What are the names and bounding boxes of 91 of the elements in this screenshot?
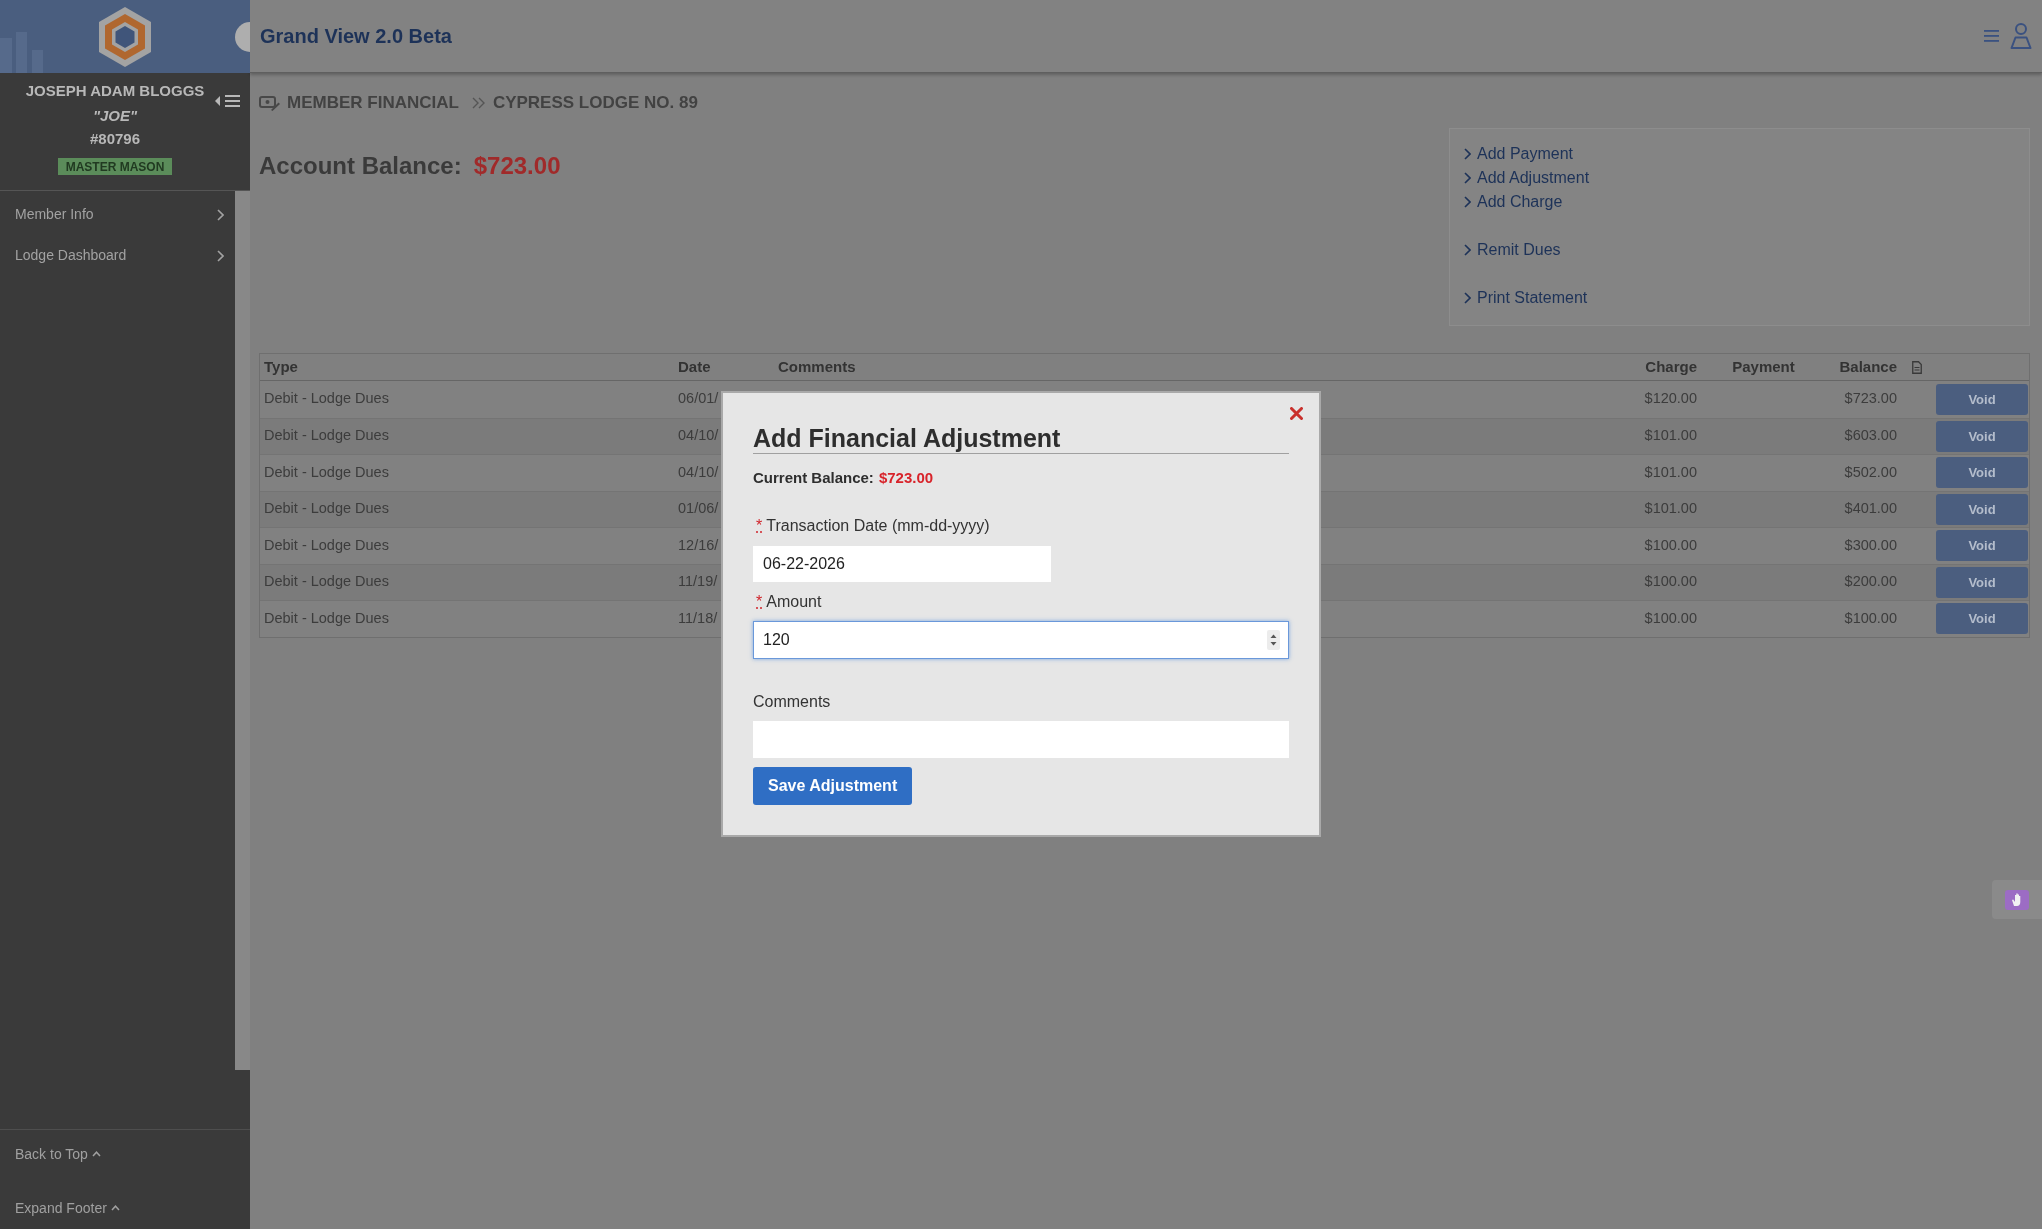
void-button[interactable]: Void bbox=[1936, 420, 2028, 452]
field-label: Amount bbox=[766, 592, 822, 612]
column-header: Comments bbox=[778, 356, 856, 377]
collapse-menu-icon[interactable] bbox=[215, 94, 241, 108]
void-button[interactable]: Void bbox=[1936, 603, 2028, 635]
chevron-up-icon bbox=[110, 1205, 120, 1211]
table-cell-text: 06/01/ bbox=[678, 389, 719, 409]
table-cell-text: $100.00 bbox=[1844, 608, 1897, 628]
table-cell-text: $101.00 bbox=[1644, 426, 1697, 446]
table-cell-text: 11/19/ bbox=[678, 572, 718, 592]
chevron-right-icon bbox=[1464, 172, 1471, 184]
chevron-up-icon bbox=[91, 1151, 101, 1157]
table-cell-text: $200.00 bbox=[1844, 572, 1897, 592]
breadcrumb-item: MEMBER FINANCIAL bbox=[287, 92, 459, 115]
user-icon[interactable] bbox=[2010, 23, 2032, 49]
table-cell-text: Debit - Lodge Dues bbox=[264, 389, 389, 409]
footer-link[interactable]: Expand Footer bbox=[15, 1198, 120, 1218]
amount-field[interactable]: 120 bbox=[753, 621, 1289, 659]
table-cell-text: Debit - Lodge Dues bbox=[264, 535, 389, 555]
table-cell-text: $100.00 bbox=[1644, 608, 1697, 628]
chevron-right-icon bbox=[217, 249, 224, 262]
table-cell-text: $401.00 bbox=[1844, 499, 1897, 519]
void-button[interactable]: Void bbox=[1936, 530, 2028, 562]
balance-value: $723.00 bbox=[473, 151, 561, 181]
footer-link[interactable]: Back to Top bbox=[15, 1144, 101, 1164]
table-cell-text: $101.00 bbox=[1644, 499, 1697, 519]
date-field[interactable]: 06-22-2026 bbox=[753, 546, 1051, 582]
table-cell-text: Debit - Lodge Dues bbox=[264, 426, 389, 446]
required-mark: * bbox=[756, 516, 763, 536]
table-cell-text: 01/06/ bbox=[678, 499, 719, 519]
void-button[interactable]: Void bbox=[1936, 493, 2028, 525]
balance-label: Account Balance: bbox=[259, 151, 462, 181]
void-button[interactable]: Void bbox=[1936, 566, 2028, 598]
member-nickname: "JOE" bbox=[92, 106, 138, 126]
table-cell-text: Debit - Lodge Dues bbox=[264, 462, 389, 482]
double-chevron-icon bbox=[471, 97, 486, 109]
table-cell-text: 04/10/ bbox=[678, 462, 719, 482]
logo-icon bbox=[99, 6, 151, 67]
sidebar-item[interactable]: Member Info bbox=[0, 194, 235, 235]
table-cell-text: $723.00 bbox=[1844, 389, 1897, 409]
column-header: Type bbox=[264, 356, 298, 377]
table-cell-text: Debit - Lodge Dues bbox=[264, 572, 389, 592]
close-icon[interactable] bbox=[1290, 407, 1303, 420]
save-button[interactable]: Save Adjustment bbox=[753, 767, 913, 805]
column-header: Balance bbox=[1839, 356, 1897, 377]
sidebar-item[interactable]: Lodge Dashboard bbox=[0, 235, 235, 276]
column-header: Payment bbox=[1732, 356, 1795, 377]
table-cell-text: $502.00 bbox=[1844, 462, 1897, 482]
action-link[interactable]: Remit Dues bbox=[1464, 238, 1561, 262]
table-cell-text: $100.00 bbox=[1644, 535, 1697, 555]
handle-icon[interactable] bbox=[235, 22, 250, 52]
column-header: Charge bbox=[1645, 356, 1697, 377]
column-header: Date bbox=[678, 356, 711, 377]
action-link[interactable]: Print Statement bbox=[1464, 286, 1588, 310]
action-link[interactable]: Add Adjustment bbox=[1464, 166, 1590, 190]
void-button[interactable]: Void bbox=[1936, 383, 2028, 415]
table-cell-text: 12/16/ bbox=[678, 535, 719, 555]
breadcrumb-item[interactable]: CYPRESS LODGE NO. 89 bbox=[492, 90, 698, 116]
hand-icon[interactable] bbox=[1992, 880, 2042, 919]
table-cell-text: $100.00 bbox=[1644, 572, 1697, 592]
table-cell-text: $120.00 bbox=[1644, 389, 1697, 409]
chevron-right-icon bbox=[1464, 148, 1471, 160]
menu-icon[interactable] bbox=[1984, 30, 1999, 42]
comments-field[interactable] bbox=[753, 721, 1289, 758]
table-cell-text: $300.00 bbox=[1844, 535, 1897, 555]
document-icon bbox=[1911, 360, 1922, 374]
spinner-icon[interactable] bbox=[1267, 630, 1280, 650]
field-label: Transaction Date (mm-dd-yyyy) bbox=[766, 516, 990, 536]
chevron-right-icon bbox=[1464, 244, 1471, 256]
member-name: JOSEPH ADAM BLOGGS bbox=[25, 81, 205, 101]
banknote-edit-icon bbox=[259, 95, 280, 111]
current-balance-value: $723.00 bbox=[878, 468, 934, 488]
table-cell-text: $101.00 bbox=[1644, 462, 1697, 482]
table-cell-text: 04/10/ bbox=[678, 426, 719, 446]
required-mark: * bbox=[756, 592, 763, 612]
dialog-title: Add Financial Adjustment bbox=[753, 423, 1061, 453]
table-cell-text: Debit - Lodge Dues bbox=[264, 608, 389, 628]
member-number: #80796 bbox=[89, 129, 141, 149]
chevron-right-icon bbox=[1464, 196, 1471, 208]
table-cell-text: Debit - Lodge Dues bbox=[264, 499, 389, 519]
void-button[interactable]: Void bbox=[1936, 457, 2028, 489]
action-link[interactable]: Add Charge bbox=[1464, 190, 1563, 214]
table-cell-text: 11/18/ bbox=[678, 608, 718, 628]
table-cell-text: $603.00 bbox=[1844, 426, 1897, 446]
field-label: Comments bbox=[753, 692, 831, 712]
current-balance-label: Current Balance: bbox=[753, 468, 874, 488]
degree-badge: MASTER MASON bbox=[57, 158, 173, 175]
app-title: Grand View 2.0 Beta bbox=[260, 24, 452, 49]
chevron-right-icon bbox=[1464, 292, 1471, 304]
action-link[interactable]: Add Payment bbox=[1464, 142, 1574, 166]
chevron-right-icon bbox=[217, 208, 224, 221]
